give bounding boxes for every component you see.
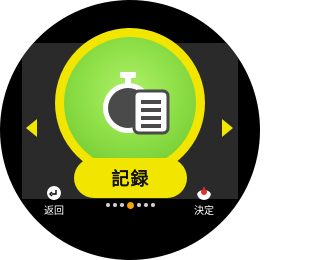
- back-label: 返回: [44, 206, 64, 217]
- confirm-label: 決定: [194, 206, 214, 217]
- next-mode-arrow-icon[interactable]: [222, 119, 233, 137]
- page-dot: [150, 203, 155, 207]
- page-dot-active: [126, 201, 134, 209]
- page-indicator: [100, 199, 160, 211]
- page-dot: [119, 203, 124, 207]
- page-dot: [112, 203, 117, 207]
- page-dot: [136, 203, 141, 207]
- confirm-icon: [197, 187, 211, 200]
- previous-mode-arrow-icon[interactable]: [26, 119, 37, 137]
- mode-label-button[interactable]: 記録: [74, 158, 187, 198]
- mode-label: 記録: [111, 169, 150, 190]
- page-dot: [143, 203, 148, 207]
- return-arrow-icon: [47, 186, 61, 200]
- back-button[interactable]: 返回: [39, 186, 69, 220]
- confirm-button[interactable]: 決定: [189, 186, 219, 220]
- watch-screen: 記録 返回 決定: [0, 0, 260, 260]
- page-dot: [105, 203, 110, 207]
- stopwatch-document-icon: [103, 72, 170, 135]
